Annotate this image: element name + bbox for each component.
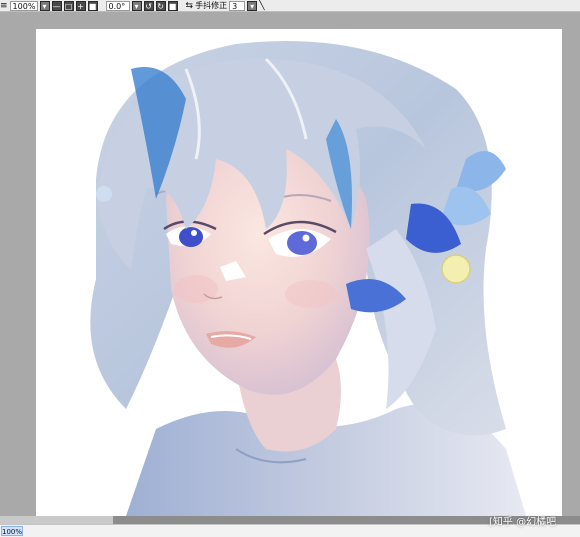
cheek-blush-right (285, 280, 337, 308)
zoom-input[interactable]: 100% (9, 0, 38, 11)
stabilizer-icon: ⇆ (185, 0, 194, 11)
view-toolbar: ≡ 100% ▾ — □ + ■ 0.0° ▾ ↺ ↻ ■ ⇆ 手抖修正 3 ▾… (0, 0, 580, 12)
eye-left-iris (179, 227, 203, 247)
zoom-out-button[interactable]: — (51, 0, 62, 11)
rotate-reset-button[interactable]: ■ (167, 0, 178, 11)
zoom-reset-button[interactable]: □ (63, 0, 74, 11)
eye-right-highlight (302, 234, 310, 242)
stabilizer-label: 手抖修正 (195, 0, 228, 10)
rotation-input[interactable]: 0.0° (105, 0, 130, 11)
rotate-left-button[interactable]: ↺ (143, 0, 154, 11)
hair-ornament-small-flower (96, 186, 112, 202)
fit-to-window-button[interactable]: ■ (87, 0, 98, 11)
zoom-in-button[interactable]: + (75, 0, 86, 11)
zoom-dropdown-arrow-icon[interactable]: ▾ (39, 0, 50, 11)
eye-right-iris (287, 231, 317, 255)
stabilizer-dropdown-arrow-icon[interactable]: ▾ (247, 0, 258, 11)
drawing-canvas[interactable] (36, 29, 562, 516)
artwork-illustration (90, 41, 526, 516)
eye-left-highlight (191, 230, 197, 236)
rotate-right-button[interactable]: ↻ (155, 0, 166, 11)
hair-ornament-bead (441, 254, 471, 284)
watermark-text: [知乎 @幻橘吧 (489, 517, 557, 528)
zoom-status-indicator[interactable]: 100% (1, 526, 23, 536)
menu-icon[interactable]: ≡ (0, 1, 8, 11)
rotation-dropdown-arrow-icon[interactable]: ▾ (131, 0, 142, 11)
pen-tool-icon[interactable]: ╲ (259, 1, 264, 11)
stabilizer-input[interactable]: 3 (229, 0, 246, 11)
